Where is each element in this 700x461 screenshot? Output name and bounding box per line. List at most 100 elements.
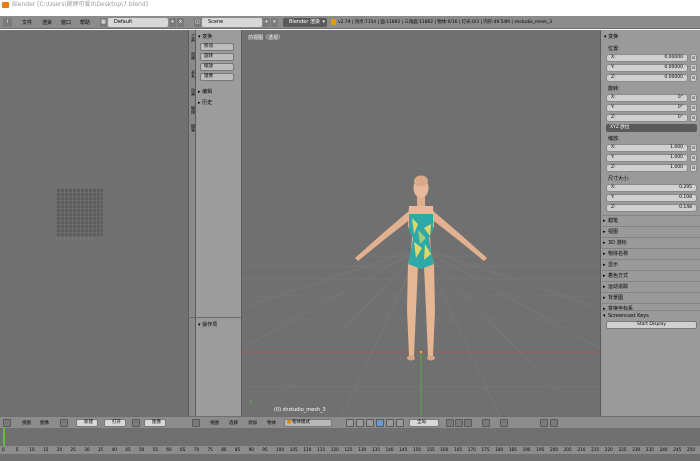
lock-icon[interactable]: ⊡: [690, 104, 697, 112]
render-engine-dropdown[interactable]: Blender 渲染 ▾: [283, 18, 327, 27]
menu-add[interactable]: 添加: [248, 420, 257, 426]
transform-header[interactable]: ▾ 变换: [604, 33, 618, 40]
dimensions-y-field[interactable]: Y: 0.108: [606, 194, 697, 202]
lock-icon[interactable]: ⊡: [690, 54, 697, 62]
scale-y-field[interactable]: Y: 1.000: [606, 154, 688, 162]
scale-x-field[interactable]: X: 1.000: [606, 144, 688, 152]
timeline[interactable]: 0 5 10 15 20 25 30 35 40 45 50 55 60 65 70 75 80 85 90 95 10…: [0, 428, 700, 461]
camera-icon[interactable]: [550, 419, 558, 427]
location-z-field[interactable]: Z: 0.00000: [606, 74, 688, 82]
start-display-button[interactable]: Start Display: [606, 321, 697, 329]
operator-panel-header[interactable]: ▾ 操作项: [198, 321, 217, 328]
lock-icon[interactable]: ⊡: [690, 144, 697, 152]
menu-render[interactable]: 渲染: [42, 19, 52, 26]
section-item-name[interactable]: ▸ 物体名称: [602, 248, 700, 258]
editor-type-icon[interactable]: [192, 419, 200, 427]
location-x-field[interactable]: X: 0.00000: [606, 54, 688, 62]
layout-add-button[interactable]: +: [169, 18, 176, 27]
layout-icon[interactable]: ▦: [100, 18, 107, 27]
lock-icon[interactable]: ⊡: [690, 114, 697, 122]
section-view[interactable]: ▸ 视图: [602, 226, 700, 236]
timeline-tick-label: 200: [550, 447, 558, 452]
lock-icon[interactable]: ⊡: [690, 64, 697, 72]
section-motion-tracking[interactable]: ▸ 运动追踪: [602, 281, 700, 291]
open-image-button[interactable]: 打开: [104, 419, 126, 427]
manipulator-icon[interactable]: [366, 419, 374, 427]
layer-icon[interactable]: [464, 419, 472, 427]
dimensions-x-field[interactable]: X: 0.295: [606, 184, 697, 192]
timeline-tick-label: 75: [207, 447, 213, 452]
mode-dropdown[interactable]: ■ 物体模式: [284, 419, 332, 427]
mirror-button[interactable]: 镜像: [200, 73, 234, 81]
layer-icon[interactable]: [446, 419, 454, 427]
section-screencast-keys[interactable]: ▾ Screencast Keys: [602, 310, 700, 320]
dimensions-z-field[interactable]: Z: 0.148: [606, 204, 697, 212]
rotate-button[interactable]: 旋转: [200, 53, 234, 61]
rotation-mode-dropdown[interactable]: XYZ 欧拉: [606, 124, 697, 132]
pin-icon[interactable]: [132, 419, 140, 427]
section-grease-pencil[interactable]: ▸ 蜡笔: [602, 215, 700, 225]
menu-object[interactable]: 物体: [267, 420, 276, 426]
timeline-tick-label: 5: [15, 447, 19, 452]
transform-panel-header[interactable]: ▾ 变换: [198, 33, 212, 40]
rotate-manipulator-icon[interactable]: [386, 419, 394, 427]
section-3d-cursor[interactable]: ▸ 3D 游标: [602, 237, 700, 247]
pivot-icon[interactable]: [356, 419, 364, 427]
scene-icon[interactable]: ◫: [194, 18, 201, 27]
menu-select[interactable]: 选择: [229, 420, 238, 426]
menu-help[interactable]: 帮助: [80, 19, 90, 26]
timeline-ruler[interactable]: 0 5 10 15 20 25 30 35 40 45 50 55 60 65 70 75 80 85 90 95 10…: [0, 446, 700, 454]
layer-icon[interactable]: [455, 419, 463, 427]
lock-icon[interactable]: ⊡: [690, 154, 697, 162]
translate-button[interactable]: 移动: [200, 43, 234, 51]
layout-remove-button[interactable]: ×: [177, 18, 184, 27]
menu-window[interactable]: 窗口: [61, 19, 71, 26]
current-frame-marker[interactable]: [3, 428, 5, 446]
rotation-z-field[interactable]: Z: 0°: [606, 114, 688, 122]
timeline-tick-label: 225: [618, 447, 627, 452]
render-icon[interactable]: [540, 419, 548, 427]
scene-dropdown[interactable]: Scene: [202, 18, 262, 27]
location-y-field[interactable]: Y: 0.00000: [606, 64, 688, 72]
lock-icon[interactable]: ⊡: [690, 74, 697, 82]
tab-relations[interactable]: 关系: [189, 70, 196, 78]
lock-icon[interactable]: ⊡: [690, 94, 697, 102]
proportional-edit-icon[interactable]: [500, 419, 508, 427]
history-panel-header[interactable]: ▸ 历史: [198, 99, 212, 106]
tab-tools[interactable]: 工具: [189, 34, 196, 42]
scale-button[interactable]: 缩放: [200, 63, 234, 71]
edit-panel-header[interactable]: ▸ 编辑: [198, 88, 212, 95]
tab-grease-pencil[interactable]: 蜡笔: [189, 124, 196, 132]
new-image-button[interactable]: 新建: [76, 419, 98, 427]
menu-image[interactable]: 图像: [40, 420, 49, 426]
editor-type-icon[interactable]: i: [3, 18, 12, 27]
timeline-tick-label: 230: [632, 447, 641, 452]
editor-type-icon[interactable]: [3, 419, 11, 427]
tab-physics[interactable]: 物理: [189, 106, 196, 114]
scale-z-field[interactable]: Z: 1.000: [606, 164, 688, 172]
menu-file[interactable]: 文件: [22, 19, 32, 26]
tab-animation[interactable]: 动画: [189, 88, 196, 96]
image-browse-icon[interactable]: [60, 419, 68, 427]
orientation-dropdown[interactable]: 全局: [409, 419, 439, 427]
image-mode-dropdown[interactable]: 图像: [144, 419, 166, 427]
timeline-tick-label: 65: [180, 447, 186, 452]
layout-dropdown[interactable]: Default: [108, 18, 168, 27]
section-background-images[interactable]: ▸ 背景图: [602, 292, 700, 302]
rotation-y-field[interactable]: Y: 0°: [606, 104, 688, 112]
section-display[interactable]: ▸ 显示: [602, 259, 700, 269]
tab-create[interactable]: 创建: [189, 52, 196, 60]
lock-icon[interactable]: ⊡: [690, 164, 697, 172]
shading-icon[interactable]: [346, 419, 354, 427]
section-shading[interactable]: ▸ 着色方式: [602, 270, 700, 280]
menu-view[interactable]: 视图: [22, 420, 31, 426]
scene-add-button[interactable]: +: [263, 18, 270, 27]
scene-remove-button[interactable]: ×: [271, 18, 278, 27]
menu-view-3d[interactable]: 视图: [210, 420, 219, 426]
snap-icon[interactable]: [482, 419, 490, 427]
rotation-x-field[interactable]: X: 0°: [606, 94, 688, 102]
scale-manipulator-icon[interactable]: [396, 419, 404, 427]
tool-shelf-tabs: 工具 创建 关系 动画 物理 蜡笔: [188, 30, 196, 416]
translate-manipulator-icon[interactable]: [376, 419, 384, 427]
3d-viewport[interactable]: 前视图（透视） ⸜↑ (0) shstudio_mesh_3: [242, 30, 600, 416]
